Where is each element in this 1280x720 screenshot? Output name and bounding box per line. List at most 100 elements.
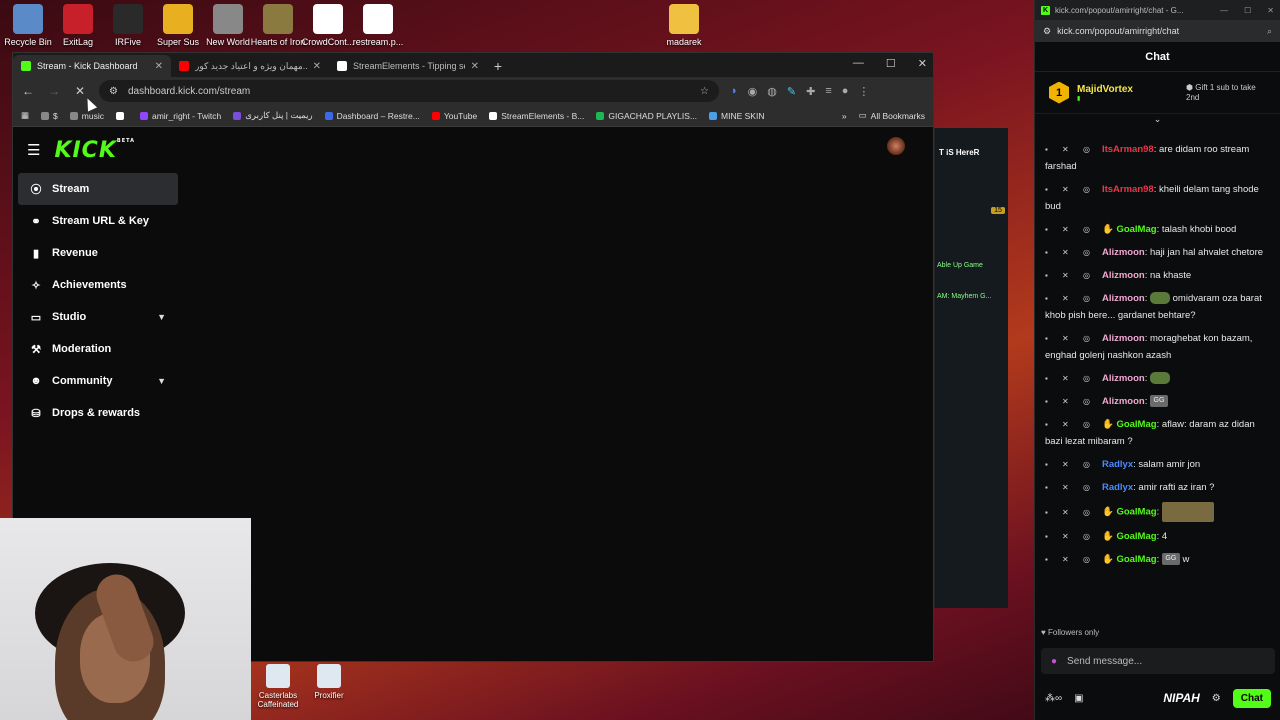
menu-icon[interactable]: ⋮ [858, 85, 869, 98]
chat-username[interactable]: GoalMag [1116, 224, 1156, 235]
address-text[interactable]: dashboard.kick.com/stream [128, 86, 250, 97]
desktop-icon[interactable]: CrowdCont... [300, 0, 356, 47]
desktop-icon[interactable]: Super Sus [150, 0, 206, 47]
mod-tools-icon[interactable]: ▪ ✕ ◎ [1045, 225, 1096, 234]
desktop-icon[interactable]: IRFive [100, 0, 156, 47]
chat-username[interactable]: Alizmoon [1102, 333, 1145, 344]
apps-icon[interactable]: ▦ [21, 110, 29, 121]
sidebar-item-revenue[interactable]: ▮ Revenue [18, 237, 178, 269]
new-tab-button[interactable]: + [487, 55, 509, 77]
mod-tools-icon[interactable]: ▪ ✕ ◎ [1045, 145, 1096, 154]
profile-icon[interactable]: ● [842, 85, 849, 98]
bookmark-item[interactable]: Dashboard – Restre... [324, 111, 420, 121]
emote-icon[interactable]: ⁂∞ [1045, 693, 1062, 704]
mod-tools-icon[interactable]: ▪ ✕ ◎ [1045, 185, 1096, 194]
desktop-icon[interactable]: ExitLag [50, 0, 106, 47]
chat-message[interactable]: ▪ ✕ ◎ Alizmoon: [1035, 367, 1280, 390]
mod-tools-icon[interactable]: ▪ ✕ ◎ [1045, 271, 1096, 280]
bookmark-item[interactable]: YouTube [431, 111, 477, 121]
chat-username[interactable]: Radlyx [1102, 459, 1133, 470]
address-bar[interactable]: ⚙ dashboard.kick.com/stream ☆ [99, 80, 719, 102]
gift-sub-text[interactable]: ⬢ Gift 1 sub to take 2nd [1186, 83, 1266, 101]
media-icon[interactable]: ≡ [825, 85, 831, 98]
chat-username[interactable]: Alizmoon [1102, 247, 1145, 258]
chat-username[interactable]: GoalMag [1116, 531, 1156, 542]
extension-icon[interactable]: ◗ [731, 85, 738, 98]
leader-username[interactable]: MajidVortex [1077, 84, 1133, 95]
chat-username[interactable]: GoalMag [1116, 507, 1156, 518]
desktop-icon[interactable]: Casterlabs Caffeinated [253, 664, 303, 709]
mod-tools-icon[interactable]: ▪ ✕ ◎ [1045, 555, 1096, 564]
close-tab-icon[interactable]: ✕ [313, 61, 321, 72]
chat-username[interactable]: Radlyx [1102, 482, 1133, 493]
chat-username[interactable]: ItsArman98 [1102, 144, 1154, 155]
extension-icon[interactable]: ◉ [748, 85, 758, 98]
extension-icon[interactable]: ◍ [767, 85, 777, 98]
settings-icon[interactable]: ⚙ [1212, 693, 1221, 704]
chat-message[interactable]: ▪ ✕ ◎ ✋ GoalMag: GG w [1035, 548, 1280, 571]
hamburger-icon[interactable]: ☰ [27, 141, 40, 159]
close-window-button[interactable]: ✕ [918, 57, 927, 70]
chat-message[interactable]: ▪ ✕ ◎ Radlyx: amir rafti az iran ? [1035, 476, 1280, 499]
chat-message[interactable]: ▪ ✕ ◎ ✋ GoalMag: talash khobi bood [1035, 218, 1280, 241]
bookmark-item[interactable]: ریمیت | پنل کاربری [233, 110, 313, 121]
mod-tools-icon[interactable]: ▪ ✕ ◎ [1045, 483, 1096, 492]
chat-username[interactable]: GoalMag [1116, 419, 1156, 430]
chat-username[interactable]: Alizmoon [1102, 373, 1145, 384]
chat-url-text[interactable]: kick.com/popout/amirright/chat [1057, 26, 1179, 36]
sidebar-item-stream[interactable]: ⦿ Stream [18, 173, 178, 205]
chat-username[interactable]: Alizmoon [1102, 270, 1145, 281]
expand-chevron-icon[interactable]: ⌄ [1035, 114, 1280, 126]
chevron-down-icon[interactable]: ▼ [157, 312, 166, 322]
browser-tab[interactable]: StreamElements - Tipping setti... ✕ [329, 55, 487, 77]
all-bookmarks-button[interactable]: ▭ All Bookmarks [859, 110, 925, 121]
chat-message[interactable]: ▪ ✕ ◎ Alizmoon: omidvaram oza barat khob … [1035, 287, 1280, 327]
browser-tab[interactable]: مهمان ویژه و اعتیاد جدید کور... ✕ [171, 55, 329, 77]
sidebar-item-achievements[interactable]: ✧ Achievements [18, 269, 178, 301]
mod-tools-icon[interactable]: ▪ ✕ ◎ [1045, 532, 1096, 541]
desktop-icon[interactable]: restream.p... [350, 0, 406, 47]
maximize-button[interactable]: ☐ [886, 57, 896, 70]
mod-tools-icon[interactable]: ▪ ✕ ◎ [1045, 397, 1096, 406]
chat-message[interactable]: ▪ ✕ ◎ ItsArman98: kheili delam tang shode… [1035, 178, 1280, 218]
bookmark-item[interactable]: $ [41, 111, 58, 121]
desktop-icon[interactable]: madarek [656, 0, 712, 47]
mod-tools-icon[interactable]: ▪ ✕ ◎ [1045, 508, 1096, 517]
chat-url-bar[interactable]: ⚙ kick.com/popout/amirright/chat ⌕ [1035, 20, 1280, 42]
bookmark-item[interactable] [115, 111, 128, 120]
kick-logo[interactable]: KICKBETA [54, 138, 135, 163]
desktop-icon[interactable]: New World [200, 0, 256, 47]
chat-message[interactable]: ▪ ✕ ◎ Radlyx: salam amir jon [1035, 453, 1280, 476]
forward-icon[interactable]: → [47, 84, 61, 98]
leaderboard-banner[interactable]: 1 MajidVortex ▮ ⬢ Gift 1 sub to take 2nd [1035, 72, 1280, 114]
reload-icon[interactable]: ✕ [73, 84, 87, 98]
sidebar-item-community[interactable]: ☻ Community ▼ [18, 365, 178, 397]
chat-message[interactable]: ▪ ✕ ◎ ✋ GoalMag: 4 [1035, 525, 1280, 548]
mod-tools-icon[interactable]: ▪ ✕ ◎ [1045, 420, 1096, 429]
close-icon[interactable]: ✕ [1267, 6, 1274, 15]
desktop-icon[interactable]: Recycle Bin [0, 0, 56, 47]
desktop-icon[interactable]: Hearts of Iron [250, 0, 306, 47]
chat-message[interactable]: ▪ ✕ ◎ ✋ GoalMag: aflaw: daram az didan ba… [1035, 413, 1280, 453]
bookmark-item[interactable]: GIGACHAD PLAYLIS... [596, 111, 697, 121]
chat-username[interactable]: Alizmoon [1102, 396, 1145, 407]
sidebar-item-stream-url-key[interactable]: ⚭ Stream URL & Key [18, 205, 178, 237]
mod-tools-icon[interactable]: ▪ ✕ ◎ [1045, 294, 1096, 303]
extension-icon[interactable]: ✎ [787, 85, 796, 98]
nipah-brand[interactable]: NIPAH [1163, 691, 1199, 705]
chat-message[interactable]: ▪ ✕ ◎ ItsArman98: are didam roo stream fa… [1035, 138, 1280, 178]
back-icon[interactable]: ← [21, 84, 35, 98]
site-info-icon[interactable]: ⚙ [1043, 26, 1051, 37]
mod-tools-icon[interactable]: ▪ ✕ ◎ [1045, 374, 1096, 383]
sidebar-item-drops-rewards[interactable]: ⛁ Drops & rewards [18, 397, 178, 429]
sidebar-item-moderation[interactable]: ⚒ Moderation [18, 333, 178, 365]
bookmark-item[interactable]: MINE SKIN [709, 111, 764, 121]
store-icon[interactable]: ▣ [1074, 693, 1083, 704]
chat-message[interactable]: ▪ ✕ ◎ Alizmoon: na khaste [1035, 264, 1280, 287]
bookmark-item[interactable]: amir_right - Twitch [139, 111, 221, 121]
site-info-icon[interactable]: ⚙ [109, 86, 118, 97]
puzzle-icon[interactable]: ✚ [806, 85, 815, 98]
browser-tab[interactable]: Stream - Kick Dashboard ✕ [13, 55, 171, 77]
close-tab-icon[interactable]: ✕ [471, 61, 479, 72]
chat-username[interactable]: Alizmoon [1102, 293, 1145, 304]
